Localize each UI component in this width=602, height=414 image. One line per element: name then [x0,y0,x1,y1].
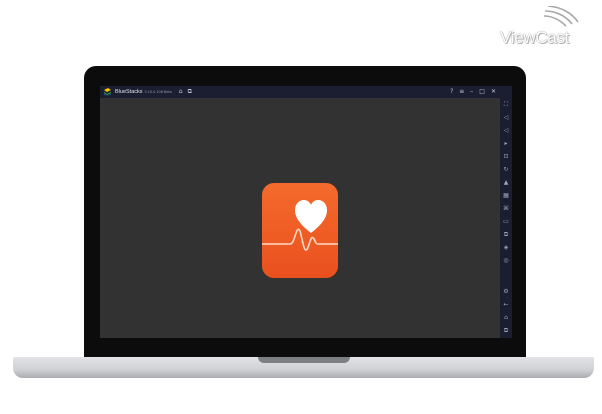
health-app-icon[interactable] [262,183,338,278]
bluestacks-logo-icon [104,88,111,96]
screenshot-icon[interactable]: ⊡ [502,153,510,160]
window-controls: ? ≡ – □ ✕ [450,89,496,95]
laptop-notch [258,357,350,363]
right-toolbar: ⛶ ◁ ◁ ▸ ⊡ ↻ ▲ ▦ ⌘ ▭ ⧉ ◈ ◎ ⚙ ← ⌂ ⧉ [500,98,512,338]
eco-mode-icon[interactable]: ◈ [502,244,510,251]
emulator-screen[interactable] [100,98,500,338]
home-icon[interactable]: ⌂ [502,314,510,321]
shake-icon[interactable]: ⌘ [502,205,510,212]
location-icon[interactable]: ◎ [502,257,510,264]
app-title: BlueStacks [115,89,143,95]
volume-down-icon[interactable]: ◁ [502,127,510,134]
close-icon[interactable]: ✕ [491,89,496,95]
viewcast-wordmark: ViewCast [500,28,570,47]
macro-icon[interactable]: ▦ [502,192,510,199]
folder-icon[interactable]: ▭ [502,218,510,225]
multi-instance-manager-icon[interactable]: ⧉ [502,231,510,238]
menu-icon[interactable]: ≡ [459,89,464,95]
maximize-icon[interactable]: □ [479,89,485,95]
app-version: 5.10.0.108 Beta [144,90,172,94]
install-apk-icon[interactable]: ▲ [502,179,510,186]
recent-apps-icon[interactable]: ⧉ [502,327,510,334]
fullscreen-icon[interactable]: ⛶ [502,101,510,108]
back-icon[interactable]: ← [502,301,510,308]
heart-rate-icon [262,200,338,251]
rotate-icon[interactable]: ↻ [502,166,510,173]
home-icon[interactable]: ⌂ [179,89,183,95]
help-icon[interactable]: ? [450,89,453,95]
media-icon[interactable]: ▸ [502,140,510,147]
minimize-icon[interactable]: – [470,89,473,95]
volume-up-icon[interactable]: ◁ [502,114,510,121]
title-bar: BlueStacks 5.10.0.108 Beta ⌂ ⧉ ? ≡ – □ ✕ [100,86,512,98]
multi-instance-icon[interactable]: ⧉ [188,89,192,95]
settings-icon[interactable]: ⚙ [502,288,510,295]
bluestacks-window: BlueStacks 5.10.0.108 Beta ⌂ ⧉ ? ≡ – □ ✕… [100,86,512,338]
